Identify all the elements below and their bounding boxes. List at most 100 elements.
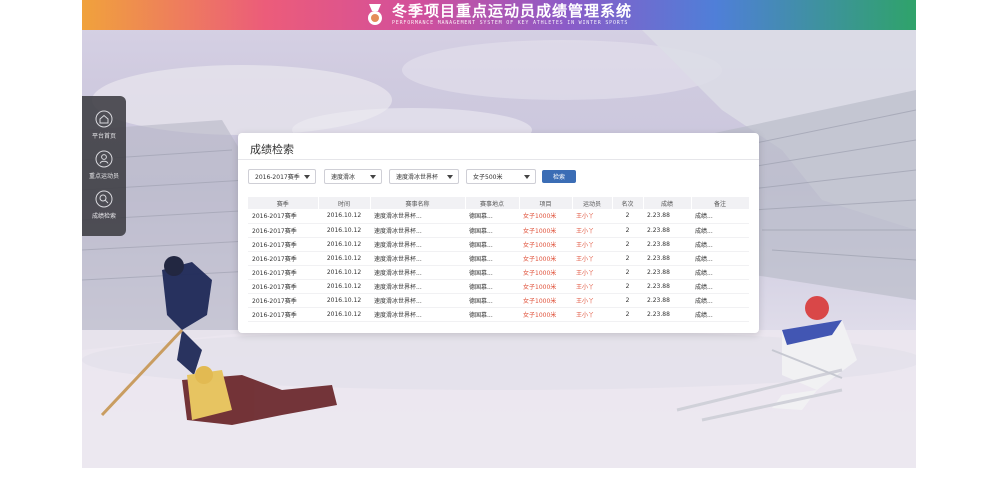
- athlete-cell: 王小丫: [572, 307, 612, 322]
- event-select-value: 速度滑冰世界杯: [396, 174, 439, 181]
- table-row[interactable]: 2016-2017赛季 2016.10.12 速度滑冰世界杯... 德国慕... 女子1…: [248, 251, 749, 266]
- event-name-cell: 速度滑冰世界杯...: [370, 209, 465, 224]
- rank-cell: 2: [612, 279, 643, 294]
- rank-cell: 2: [612, 293, 643, 308]
- event-name-cell: 速度滑冰世界杯...: [370, 223, 465, 238]
- event-name-cell: 速度滑冰世界杯...: [370, 251, 465, 266]
- result-cell: 2.23.88: [643, 251, 691, 266]
- season-select-value: 2016-2017赛季: [255, 174, 300, 181]
- results-table: 赛季 时间 赛事名称 赛事地点 项目 运动员 名次 成绩 备注 2016-201…: [248, 197, 750, 322]
- search-button[interactable]: 检索: [542, 170, 576, 183]
- season-cell: 2016-2017赛季: [248, 223, 318, 238]
- remark-cell[interactable]: 成绩...: [691, 293, 749, 308]
- table-header-cell: 时间: [318, 197, 371, 209]
- season-select[interactable]: 2016-2017赛季: [248, 169, 316, 184]
- medal-logo-icon: [367, 4, 382, 25]
- remark-cell[interactable]: 成绩...: [691, 251, 749, 266]
- rank-cell: 2: [612, 237, 643, 252]
- date-cell: 2016.10.12: [318, 265, 370, 280]
- date-cell: 2016.10.12: [318, 209, 370, 224]
- chevron-down-icon: [524, 175, 530, 179]
- event-name-cell: 速度滑冰世界杯...: [370, 237, 465, 252]
- season-cell: 2016-2017赛季: [248, 251, 318, 266]
- athlete-cell: 王小丫: [572, 237, 612, 252]
- table-header-cell: 赛事地点: [465, 197, 520, 209]
- item-select[interactable]: 女子500米: [466, 169, 536, 184]
- venue-cell: 德国慕...: [465, 223, 519, 238]
- item-cell: 女子1000米: [519, 307, 572, 322]
- table-row[interactable]: 2016-2017赛季 2016.10.12 速度滑冰世界杯... 德国慕... 女子1…: [248, 293, 749, 308]
- sidebar-item-label: 重点运动员: [88, 173, 119, 180]
- season-cell: 2016-2017赛季: [248, 293, 318, 308]
- result-cell: 2.23.88: [643, 279, 691, 294]
- panel-divider: [238, 159, 759, 160]
- date-cell: 2016.10.12: [318, 293, 370, 308]
- table-row[interactable]: 2016-2017赛季 2016.10.12 速度滑冰世界杯... 德国慕... 女子1…: [248, 307, 749, 322]
- season-cell: 2016-2017赛季: [248, 265, 318, 280]
- table-row[interactable]: 2016-2017赛季 2016.10.12 速度滑冰世界杯... 德国慕... 女子1…: [248, 209, 749, 224]
- remark-cell[interactable]: 成绩...: [691, 307, 749, 322]
- date-cell: 2016.10.12: [318, 237, 370, 252]
- panel-title: 成绩检索: [250, 143, 294, 156]
- season-cell: 2016-2017赛季: [248, 307, 318, 322]
- event-name-cell: 速度滑冰世界杯...: [370, 279, 465, 294]
- table-row[interactable]: 2016-2017赛季 2016.10.12 速度滑冰世界杯... 德国慕... 女子1…: [248, 237, 749, 252]
- remark-cell[interactable]: 成绩...: [691, 223, 749, 238]
- table-row[interactable]: 2016-2017赛季 2016.10.12 速度滑冰世界杯... 德国慕... 女子1…: [248, 223, 749, 238]
- sidebar-item-home[interactable]: 平台首页: [82, 110, 126, 140]
- table-header-row: 赛季 时间 赛事名称 赛事地点 项目 运动员 名次 成绩 备注: [248, 197, 750, 209]
- item-cell: 女子1000米: [519, 293, 572, 308]
- date-cell: 2016.10.12: [318, 251, 370, 266]
- venue-cell: 德国慕...: [465, 293, 519, 308]
- result-cell: 2.23.88: [643, 265, 691, 280]
- event-name-cell: 速度滑冰世界杯...: [370, 307, 465, 322]
- app-subtitle: PERFORMANCE MANAGEMENT SYSTEM OF KEY ATH…: [391, 20, 629, 26]
- remark-cell[interactable]: 成绩...: [691, 279, 749, 294]
- table-header-cell: 备注: [691, 197, 750, 209]
- rank-cell: 2: [612, 223, 643, 238]
- event-name-cell: 速度滑冰世界杯...: [370, 265, 465, 280]
- sidebar-item-athletes[interactable]: 重点运动员: [82, 150, 126, 180]
- result-cell: 2.23.88: [643, 237, 691, 252]
- sidebar: 平台首页 重点运动员 成绩检索: [82, 96, 126, 236]
- remark-cell[interactable]: 成绩...: [691, 237, 749, 252]
- venue-cell: 德国慕...: [465, 307, 519, 322]
- chevron-down-icon: [447, 175, 453, 179]
- table-header-cell: 运动员: [572, 197, 613, 209]
- item-cell: 女子1000米: [519, 251, 572, 266]
- athlete-icon: [95, 150, 113, 168]
- sport-select[interactable]: 速度滑冰: [324, 169, 382, 184]
- remark-cell[interactable]: 成绩...: [691, 265, 749, 280]
- result-cell: 2.23.88: [643, 293, 691, 308]
- result-cell: 2.23.88: [643, 307, 691, 322]
- table-row[interactable]: 2016-2017赛季 2016.10.12 速度滑冰世界杯... 德国慕... 女子1…: [248, 279, 749, 294]
- sidebar-item-records[interactable]: 成绩检索: [82, 190, 126, 220]
- venue-cell: 德国慕...: [465, 251, 519, 266]
- athlete-cell: 王小丫: [572, 293, 612, 308]
- venue-cell: 德国慕...: [465, 209, 519, 224]
- date-cell: 2016.10.12: [318, 223, 370, 238]
- item-cell: 女子1000米: [519, 265, 572, 280]
- app-title: 冬季项目重点运动员成绩管理系统: [391, 2, 632, 20]
- home-icon: [95, 110, 113, 128]
- rank-cell: 2: [612, 209, 643, 224]
- item-cell: 女子1000米: [519, 223, 572, 238]
- table-body: 2016-2017赛季 2016.10.12 速度滑冰世界杯... 德国慕... 女子1…: [248, 209, 749, 322]
- search-records-icon: [95, 190, 113, 208]
- date-cell: 2016.10.12: [318, 307, 370, 322]
- athlete-cell: 王小丫: [572, 279, 612, 294]
- table-header-cell: 赛季: [248, 197, 319, 209]
- remark-cell[interactable]: 成绩...: [691, 209, 749, 224]
- season-cell: 2016-2017赛季: [248, 209, 318, 224]
- athlete-cell: 王小丫: [572, 265, 612, 280]
- result-cell: 2.23.88: [643, 223, 691, 238]
- table-header-cell: 赛事名称: [370, 197, 466, 209]
- athlete-cell: 王小丫: [572, 209, 612, 224]
- table-row[interactable]: 2016-2017赛季 2016.10.12 速度滑冰世界杯... 德国慕... 女子1…: [248, 265, 749, 280]
- event-select[interactable]: 速度滑冰世界杯: [389, 169, 459, 184]
- athlete-cell: 王小丫: [572, 223, 612, 238]
- season-cell: 2016-2017赛季: [248, 279, 318, 294]
- item-cell: 女子1000米: [519, 279, 572, 294]
- chevron-down-icon: [370, 175, 376, 179]
- athlete-cell: 王小丫: [572, 251, 612, 266]
